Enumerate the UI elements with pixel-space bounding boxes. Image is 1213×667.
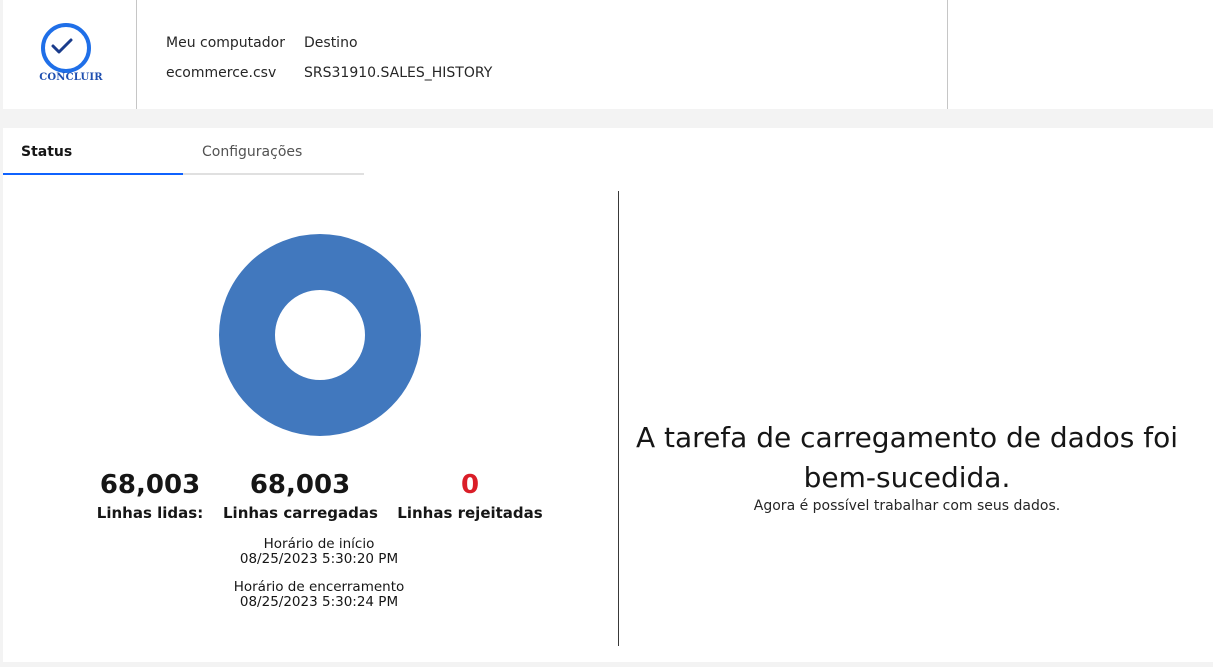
- stat-rows-read: 68,003 Linhas lidas:: [93, 468, 207, 524]
- rows-loaded-value: 68,003: [249, 470, 351, 500]
- start-time-label: Horário de início: [263, 536, 375, 552]
- success-message: A tarefa de carregamento de dados foi be…: [627, 418, 1187, 514]
- concluir-logo: CONCLUIR: [33, 22, 109, 92]
- stats-row: 68,003 Linhas lidas: 68,003 Linhas carre…: [3, 468, 603, 528]
- source-file: ecommerce.csv: [166, 65, 277, 81]
- rows-loaded-label: Linhas carregadas: [223, 504, 378, 522]
- source-label: Meu computador: [166, 35, 285, 51]
- header-divider-right: [947, 0, 948, 109]
- tab-config-label: Configurações: [202, 144, 303, 160]
- end-time-label: Horário de encerramento: [233, 579, 405, 595]
- timing-info: Horário de início 08/25/2023 5:30:20 PM …: [219, 537, 419, 623]
- rows-donut-chart: [219, 234, 421, 436]
- checkmark-icon: [51, 38, 73, 54]
- header-divider: [136, 0, 137, 109]
- stat-rows-loaded: 68,003 Linhas carregadas: [223, 468, 378, 524]
- end-time-value: 08/25/2023 5:30:24 PM: [239, 594, 399, 610]
- start-time-value: 08/25/2023 5:30:20 PM: [239, 551, 399, 567]
- donut-slice-0: [219, 234, 421, 436]
- header-panel: CONCLUIR Meu computador Destino ecommerc…: [3, 0, 1213, 109]
- destination-table: SRS31910.SALES_HISTORY: [304, 65, 493, 81]
- tab-active-indicator: [3, 173, 183, 175]
- success-subtitle: Agora é possível trabalhar com seus dado…: [753, 498, 1061, 514]
- destination-label: Destino: [304, 35, 358, 51]
- tab-configuracoes[interactable]: Configurações: [202, 140, 362, 173]
- rows-rejected-value: 0: [460, 470, 480, 500]
- success-title: A tarefa de carregamento de dados foi be…: [635, 421, 1178, 494]
- vertical-divider: [618, 191, 619, 646]
- rows-read-label: Linhas lidas:: [96, 504, 204, 522]
- tab-status[interactable]: Status: [3, 140, 183, 175]
- tab-status-label: Status: [21, 144, 73, 160]
- main-panel: Status Configurações 68,003 Linhas lidas…: [3, 128, 1213, 662]
- stat-rows-rejected: 0 Linhas rejeitadas: [396, 468, 544, 524]
- logo-label: CONCLUIR: [39, 72, 103, 83]
- rows-rejected-label: Linhas rejeitadas: [397, 504, 543, 522]
- file-info: Meu computador Destino ecommerce.csv SRS…: [166, 28, 492, 88]
- tab-bar: Status Configurações: [3, 140, 364, 175]
- rows-read-value: 68,003: [99, 470, 201, 500]
